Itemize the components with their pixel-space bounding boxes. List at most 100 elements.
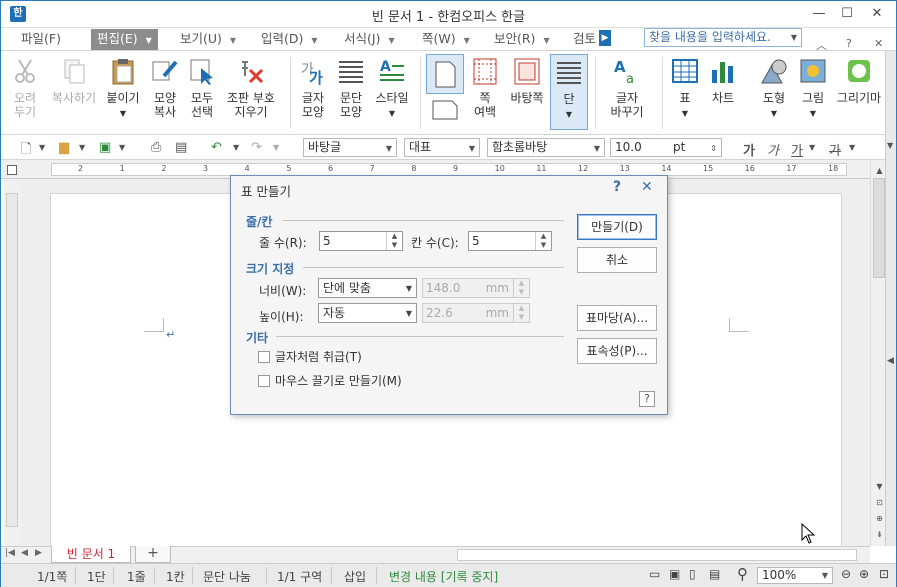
menu-insert[interactable]: 입력(D) ▼ [261,31,318,49]
scroll-thumb[interactable] [873,178,885,278]
search-input[interactable]: 찾을 내용을 입력하세요. ▼ [644,28,802,47]
minimize-icon[interactable]: — [807,4,831,24]
chevron-down-icon[interactable]: ▼ [822,569,828,582]
width-value-spinner[interactable]: 148.0 mm ▲ ▼ [422,278,530,298]
status-para-break[interactable]: 문단 나눔 [203,568,251,585]
dialog-help-icon[interactable]: ? [613,179,621,195]
menu-review[interactable]: 검토 [573,31,596,49]
zoom-out-icon[interactable]: ⊖ [841,567,851,581]
para-shape-button[interactable]: 문단 모양 [334,56,368,132]
underline-button[interactable]: 가 [791,140,803,159]
cancel-button[interactable]: 취소 [577,247,657,273]
add-tab-button[interactable]: + [135,546,171,563]
tab-type-icon[interactable] [7,165,17,175]
chevron-down-icon[interactable]: ▼ [406,307,412,321]
shape-button[interactable]: 도형 ▼ [756,56,792,132]
font-combo[interactable]: 함초롬바탕 ▼ [487,138,605,157]
zoom-search-icon[interactable]: ⚲ [737,565,748,583]
chevron-down-icon[interactable]: ▼ [120,109,126,118]
format-copy-button[interactable]: 모양 복사 [147,56,183,132]
menu-page[interactable]: 쪽(W) ▼ [422,31,470,49]
chevron-down-icon[interactable]: ▼ [791,30,797,45]
save-icon[interactable]: ▣ [99,140,111,155]
chevron-down-icon[interactable]: ▼ [386,141,392,156]
strike-button[interactable]: 가 [829,140,841,159]
menu-view[interactable]: 보기(U) ▼ [180,31,236,49]
status-section[interactable]: 1/1 구역 [277,568,322,585]
height-mode-select[interactable]: 자동 ▼ [318,303,417,323]
tab-first-icon[interactable]: |◀ [5,548,15,558]
status-col[interactable]: 1칸 [166,568,185,585]
language-combo[interactable]: 대표 ▼ [404,138,480,157]
chevron-down-icon[interactable]: ▼ [682,109,688,118]
menu-more-icon[interactable]: ▶ [599,30,611,46]
view-normal-icon[interactable]: ▭ [649,567,660,581]
spin-icon[interactable]: ▲ ▼ [513,279,529,297]
zoom-combo[interactable]: 100% ▼ [757,567,833,584]
zoom-in-icon[interactable]: ⊕ [859,567,869,581]
undo-icon[interactable]: ↶ [211,140,222,155]
maximize-icon[interactable]: ☐ [835,4,859,24]
help-icon[interactable]: ? [639,391,655,407]
chevron-down-icon[interactable]: ▼ [39,143,45,152]
paste-button[interactable]: 붙이기 ▼ [104,56,142,132]
print-icon[interactable]: ⎙ [151,140,161,155]
view-two-page-icon[interactable]: ▯ [689,567,696,581]
char-shape-button[interactable]: 가가 글자 모양 [296,56,330,132]
spin-icon[interactable]: ⇕ [710,141,717,156]
mouse-drag-checkbox[interactable]: 마우스 끌기로 만들기(M) [258,372,402,389]
close-icon[interactable]: ✕ [865,4,889,24]
chevron-down-icon[interactable]: ▼ [849,143,855,152]
chevron-down-icon[interactable]: ▼ [389,109,395,118]
chevron-left-icon[interactable]: ◀ [887,356,894,366]
open-folder-icon[interactable]: ▆ [59,140,69,155]
table-properties-button[interactable]: 표속성(P)... [577,338,657,364]
menu-security[interactable]: 보안(R) ▼ [494,31,550,49]
table-button[interactable]: 표 ▼ [668,56,702,132]
chevron-down-icon[interactable]: ▼ [406,282,412,296]
checkbox-box[interactable] [258,375,270,387]
chevron-down-icon[interactable]: ▼ [810,109,816,118]
status-column[interactable]: 1단 [87,568,106,585]
menu-format[interactable]: 서식(J) ▼ [344,31,395,49]
status-track-changes[interactable]: 변경 내용 [기록 중지] [389,568,498,585]
new-doc-icon[interactable]: 🗋 [21,140,31,162]
chevron-down-icon[interactable]: ▼ [594,141,600,156]
checkbox-box[interactable] [258,351,270,363]
chevron-down-icon[interactable]: ▼ [887,141,893,150]
style-combo[interactable]: 바탕글 ▼ [303,138,397,157]
table-template-button[interactable]: 표마당(A)... [577,305,657,331]
document-tab[interactable]: 빈 문서 1 [51,546,131,563]
chevron-down-icon[interactable]: ▼ [469,141,475,156]
status-page[interactable]: 1/1쪽 [37,568,67,585]
font-size-combo[interactable]: 10.0 pt ⇕ [610,138,722,157]
height-value-spinner[interactable]: 22.6 mm ▲ ▼ [422,303,530,323]
status-insert-mode[interactable]: 삽입 [344,568,366,585]
spin-icon[interactable]: ▲ ▼ [386,232,402,250]
zoom-fit-icon[interactable]: ⊡ [879,567,889,581]
bold-button[interactable]: 가 [743,140,755,159]
page-margin-button[interactable]: 쪽 여백 [469,56,501,132]
view-outline-icon[interactable]: ▤ [709,567,720,581]
chevron-down-icon[interactable]: ▼ [79,143,85,152]
treat-as-char-checkbox[interactable]: 글자처럼 취급(T) [258,348,362,365]
horizontal-scrollbar[interactable] [457,549,857,561]
redo-icon[interactable]: ↷ [251,140,262,155]
chevron-down-icon[interactable]: ▼ [566,110,572,119]
task-pane-toggle[interactable]: ▼ ◀ [885,51,896,546]
width-mode-select[interactable]: 단에 맞춤 ▼ [318,278,417,298]
preview-icon[interactable]: ▤ [175,140,187,155]
char-change-button[interactable]: Aa 글자 바꾸기 [602,56,652,132]
style-button[interactable]: A 스타일 ▼ [372,56,412,132]
spin-icon[interactable]: ▲ ▼ [535,232,551,250]
cols-spinner[interactable]: 5 ▲ ▼ [468,231,552,251]
cut-button[interactable]: 오려 두기 [7,56,43,132]
view-page-icon[interactable]: ▣ [669,567,680,581]
menu-file[interactable]: 파일(F) [21,31,61,49]
dialog-close-icon[interactable]: ✕ [641,179,653,195]
chevron-down-icon[interactable]: ▼ [809,143,815,152]
page-background-button[interactable]: 바탕쪽 [506,56,548,132]
chart-button[interactable]: 차트 [706,56,740,132]
select-all-button[interactable]: 모두 선택 [186,56,218,132]
picture-button[interactable]: 그림 ▼ [796,56,830,132]
